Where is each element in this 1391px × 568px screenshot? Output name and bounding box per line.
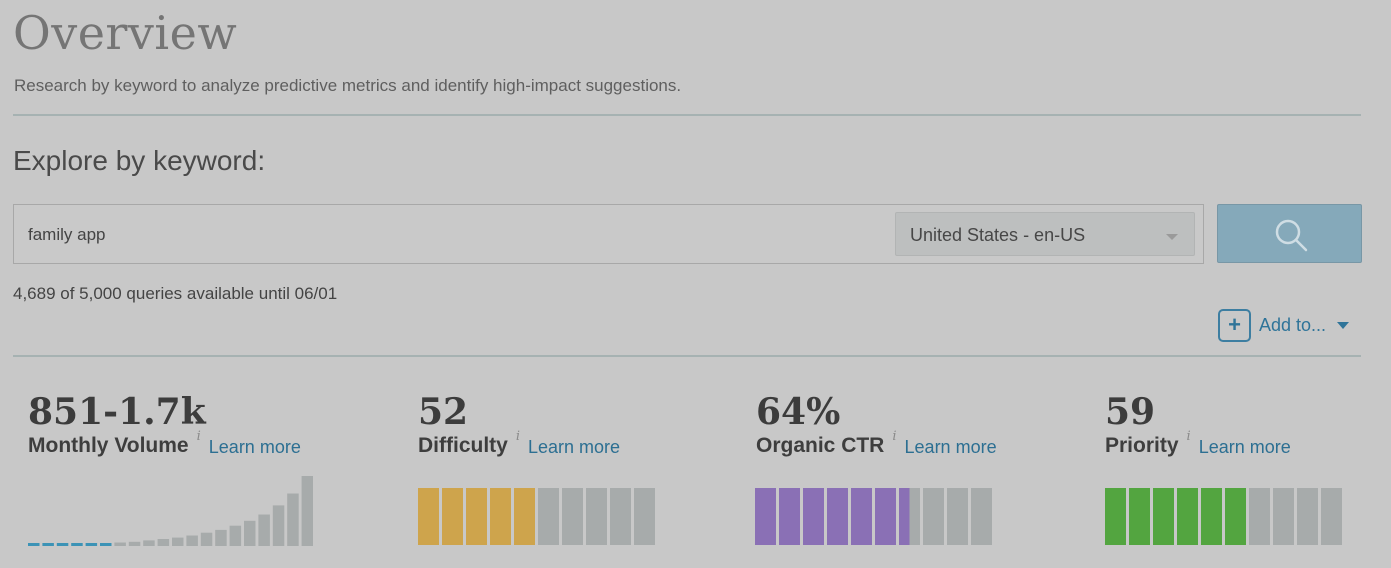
- volume-bar: [143, 540, 155, 546]
- learn-more-link[interactable]: Learn more: [905, 437, 997, 458]
- add-to-dropdown[interactable]: + Add to...: [1218, 308, 1350, 342]
- metric-priority: 59 Priority i Learn more: [1105, 392, 1291, 458]
- volume-bar: [100, 543, 112, 546]
- queries-available-note: 4,689 of 5,000 queries available until 0…: [13, 284, 338, 303]
- score-segment: [1249, 488, 1270, 545]
- volume-bar: [71, 543, 83, 546]
- learn-more-link[interactable]: Learn more: [1199, 437, 1291, 458]
- metric-label: Difficulty: [418, 434, 508, 457]
- score-segment: [971, 488, 992, 545]
- volume-bar: [272, 505, 285, 546]
- search-button[interactable]: [1217, 204, 1362, 263]
- metrics-divider: [13, 355, 1361, 357]
- keyword-search-input[interactable]: [28, 223, 888, 247]
- score-segment: [1105, 488, 1126, 545]
- volume-bar: [114, 542, 126, 546]
- difficulty-score-bar: [418, 488, 655, 545]
- volume-bar: [56, 543, 69, 546]
- learn-more-link[interactable]: Learn more: [209, 437, 301, 458]
- score-segment: [418, 488, 439, 545]
- score-segment: [634, 488, 655, 545]
- volume-bar: [85, 543, 98, 546]
- score-segment: [562, 488, 583, 545]
- search-icon: [1275, 219, 1308, 252]
- score-segment: [1225, 488, 1246, 545]
- volume-bar: [128, 541, 141, 546]
- metric-difficulty: 52 Difficulty i Learn more: [418, 392, 620, 458]
- volume-bar: [258, 514, 270, 546]
- volume-bar: [42, 543, 54, 546]
- score-segment: [875, 488, 896, 545]
- score-segment: [899, 488, 920, 545]
- score-segment: [1129, 488, 1150, 545]
- locale-select[interactable]: United States - en-US: [895, 212, 1195, 256]
- info-icon[interactable]: i: [1187, 429, 1191, 444]
- score-segment: [1297, 488, 1318, 545]
- score-segment: [1321, 488, 1342, 545]
- score-segment: [827, 488, 848, 545]
- volume-bar: [200, 532, 213, 546]
- score-segment: [442, 488, 463, 545]
- locale-select-value: United States - en-US: [910, 225, 1086, 245]
- header-divider: [13, 114, 1361, 116]
- volume-trend-chart: [28, 476, 313, 546]
- metric-label-row: Monthly Volume i Learn more: [28, 429, 301, 458]
- plus-icon: +: [1218, 308, 1251, 342]
- info-icon[interactable]: i: [197, 429, 201, 444]
- caret-down-icon: [1337, 321, 1350, 329]
- score-segment: [803, 488, 824, 545]
- page-title: Overview: [13, 6, 238, 60]
- score-segment: [1201, 488, 1222, 545]
- volume-bar: [229, 525, 242, 546]
- volume-bar: [287, 493, 299, 546]
- priority-score-bar: [1105, 488, 1342, 545]
- metric-label-row: Priority i Learn more: [1105, 429, 1291, 458]
- score-segment: [466, 488, 487, 545]
- volume-bar: [157, 539, 170, 546]
- score-segment: [947, 488, 968, 545]
- metric-label-row: Difficulty i Learn more: [418, 429, 620, 458]
- learn-more-link[interactable]: Learn more: [528, 437, 620, 458]
- volume-bar: [244, 520, 256, 546]
- explore-heading: Explore by keyword:: [13, 145, 266, 176]
- keyword-search-box: United States - en-US: [13, 204, 1204, 264]
- chevron-down-icon: [1166, 234, 1178, 240]
- metric-label: Organic CTR: [756, 434, 885, 457]
- metric-label-row: Organic CTR i Learn more: [756, 429, 997, 458]
- metric-organic-ctr: 64% Organic CTR i Learn more: [756, 392, 997, 458]
- metric-label: Priority: [1105, 434, 1179, 457]
- score-segment: [755, 488, 776, 545]
- volume-bar: [301, 476, 313, 546]
- page-subtitle: Research by keyword to analyze predictiv…: [14, 76, 682, 95]
- metric-value: 851-1.7k: [28, 391, 206, 433]
- metric-value: 59: [1105, 391, 1156, 433]
- metric-label: Monthly Volume: [28, 434, 189, 457]
- score-segment: [538, 488, 559, 545]
- volume-bar: [186, 535, 198, 546]
- volume-bar: [172, 537, 184, 546]
- score-segment: [514, 488, 535, 545]
- volume-bar: [215, 529, 227, 546]
- score-segment: [1153, 488, 1174, 545]
- score-segment: [1177, 488, 1198, 545]
- volume-bar: [28, 543, 40, 546]
- score-segment: [610, 488, 631, 545]
- add-to-label: Add to...: [1259, 314, 1327, 335]
- info-icon[interactable]: i: [516, 429, 520, 444]
- score-segment: [779, 488, 800, 545]
- score-segment: [923, 488, 944, 545]
- metric-value: 64%: [756, 391, 841, 433]
- score-segment: [1273, 488, 1294, 545]
- info-icon[interactable]: i: [892, 429, 896, 444]
- metric-value: 52: [418, 391, 469, 433]
- metric-monthly-volume: 851-1.7k Monthly Volume i Learn more: [28, 392, 301, 458]
- score-segment: [490, 488, 511, 545]
- score-segment: [851, 488, 872, 545]
- score-segment: [586, 488, 607, 545]
- organic-ctr-score-bar: [755, 488, 992, 545]
